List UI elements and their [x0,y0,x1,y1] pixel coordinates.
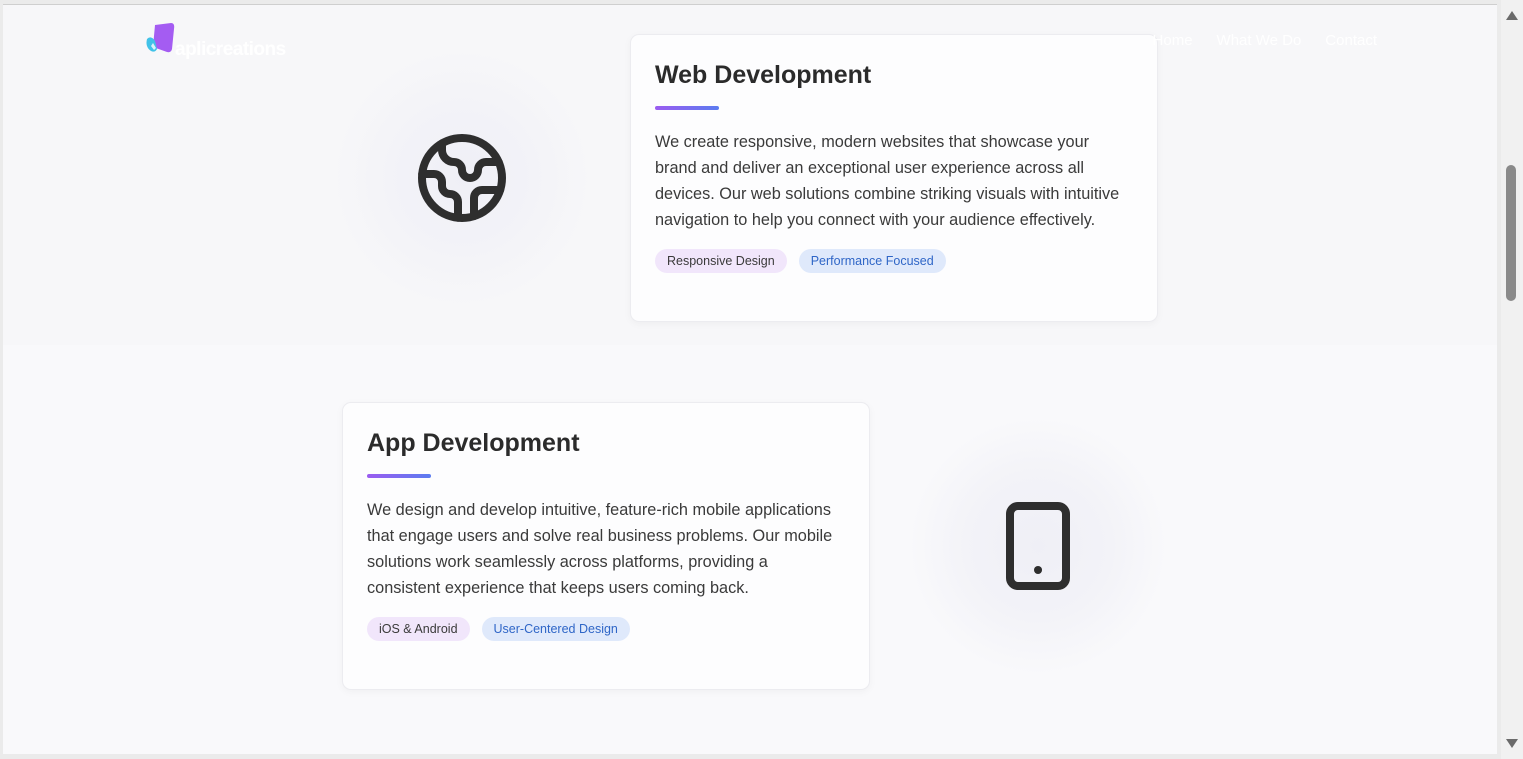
title-underline [655,106,719,110]
vertical-scrollbar[interactable] [1501,0,1523,759]
smartphone-icon [1006,502,1070,590]
service-title: App Development [367,429,580,457]
nav-link-contact[interactable]: Contact [1325,32,1377,49]
nav-link-what-we-do[interactable]: What We Do [1217,32,1302,49]
brand-logo[interactable]: aplicreations [141,19,301,63]
web-icon-area [332,48,592,308]
service-tags: Responsive Design Performance Focused [655,249,1133,273]
tag: iOS & Android [367,617,470,641]
scroll-up-icon[interactable] [1506,11,1518,20]
service-card-app: App Development We design and develop in… [342,402,870,690]
service-tags: iOS & Android User-Centered Design [367,617,845,641]
globe-icon [418,134,506,222]
scroll-down-icon[interactable] [1506,739,1518,748]
page-viewport: aplicreations Home What We Do Contact We… [3,4,1497,754]
title-underline [367,474,431,478]
service-description: We create responsive, modern websites th… [655,133,1120,229]
scroll-thumb[interactable] [1506,165,1516,301]
app-icon-area [908,416,1168,676]
tag: Responsive Design [655,249,787,273]
service-description: We design and develop intuitive, feature… [367,501,833,597]
tag: User-Centered Design [481,617,630,641]
nav-links: Home What We Do Contact [1153,32,1377,49]
tag: Performance Focused [798,249,946,273]
nav-link-home[interactable]: Home [1153,32,1193,49]
navbar: aplicreations Home What We Do Contact [3,5,1497,85]
logo-text: aplicreations [175,39,286,60]
